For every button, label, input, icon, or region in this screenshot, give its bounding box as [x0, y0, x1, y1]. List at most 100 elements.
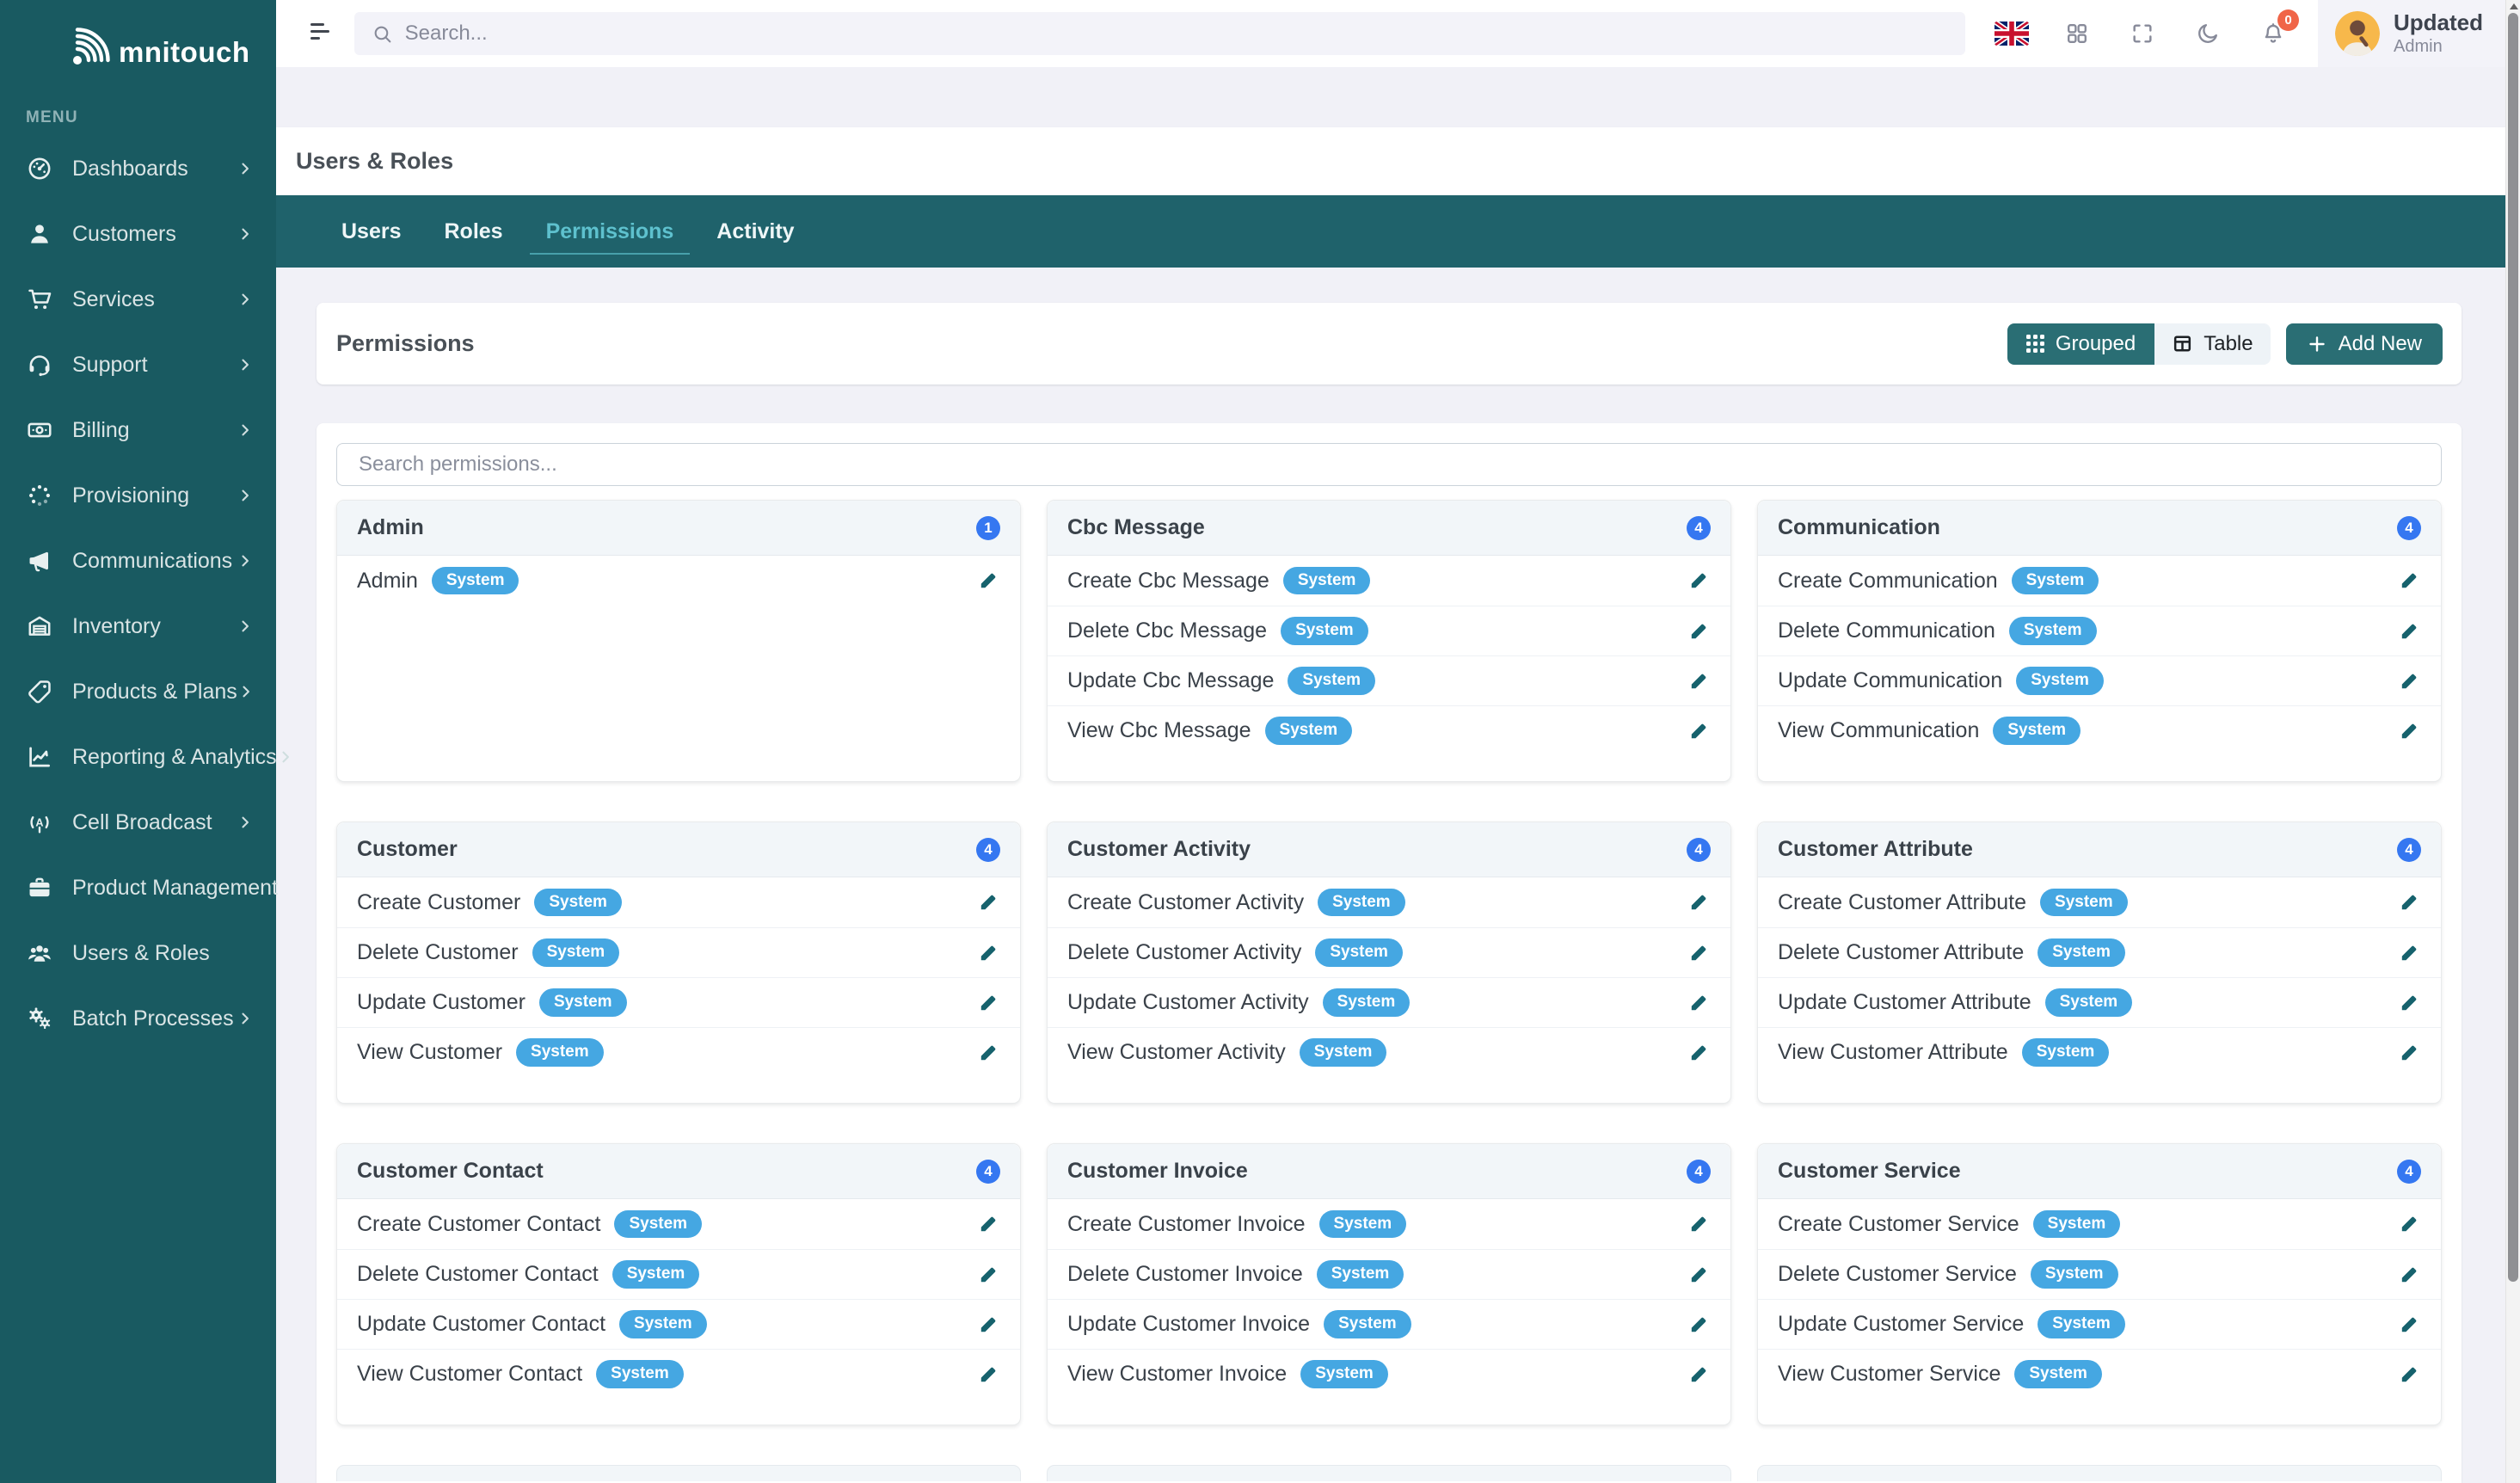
edit-permission-button[interactable]: [1688, 1213, 1711, 1235]
edit-permission-button[interactable]: [2399, 720, 2421, 742]
permission-label: Update Cbc Message: [1067, 668, 1274, 693]
permission-row: Update CustomerSystem: [337, 977, 1020, 1027]
edit-permission-button[interactable]: [1688, 1314, 1711, 1336]
edit-permission-button[interactable]: [978, 1213, 1000, 1235]
permissions-search-input[interactable]: [336, 443, 2442, 486]
sidebar-item-communications[interactable]: Communications: [0, 528, 276, 594]
group-name: Customer Service: [1778, 1159, 1961, 1184]
permission-label: Delete Customer Attribute: [1778, 940, 2024, 965]
edit-permission-button[interactable]: [2399, 1314, 2421, 1336]
edit-permission-button[interactable]: [2399, 569, 2421, 592]
group-name: Customer Invoice: [1067, 1159, 1248, 1184]
permission-row: View Customer AttributeSystem: [1758, 1027, 2441, 1077]
edit-permission-button[interactable]: [978, 992, 1000, 1014]
edit-permission-button[interactable]: [978, 891, 1000, 914]
sidebar-item-dashboards[interactable]: Dashboards: [0, 136, 276, 201]
edit-permission-button[interactable]: [978, 1314, 1000, 1336]
edit-permission-button[interactable]: [2399, 1264, 2421, 1286]
edit-permission-button[interactable]: [1688, 1042, 1711, 1064]
edit-permission-button[interactable]: [978, 1363, 1000, 1386]
vertical-scrollbar[interactable]: [2505, 0, 2520, 1483]
table-view-button[interactable]: Table: [2154, 323, 2270, 365]
edit-permission-button[interactable]: [1688, 942, 1711, 964]
edit-permission-button[interactable]: [978, 569, 1000, 592]
sidebar-item-cell-broadcast[interactable]: ACell Broadcast: [0, 790, 276, 855]
pencil-icon: [978, 1265, 999, 1285]
sidebar-item-batch-processes[interactable]: Batch Processes: [0, 986, 276, 1051]
group-count-badge: 4: [1687, 516, 1711, 540]
system-badge: System: [432, 567, 519, 595]
permission-group-card-admin: Admin1AdminSystem: [336, 500, 1021, 782]
edit-permission-button[interactable]: [2399, 620, 2421, 643]
edit-permission-button[interactable]: [978, 1264, 1000, 1286]
edit-permission-button[interactable]: [2399, 1213, 2421, 1235]
edit-permission-button[interactable]: [2399, 1363, 2421, 1386]
search-input[interactable]: [405, 22, 1824, 46]
sidebar-item-reporting-analytics[interactable]: Reporting & Analytics: [0, 724, 276, 790]
permission-group-card-partial: [1757, 1465, 2442, 1481]
sidebar-item-label: Cell Broadcast: [72, 810, 237, 835]
edit-permission-button[interactable]: [1688, 620, 1711, 643]
edit-permission-button[interactable]: [2399, 1042, 2421, 1064]
edit-permission-button[interactable]: [2399, 942, 2421, 964]
permission-label: View Customer Activity: [1067, 1040, 1286, 1065]
system-badge: System: [2022, 1038, 2110, 1067]
group-header: Customer4: [337, 822, 1020, 877]
edit-permission-button[interactable]: [978, 1042, 1000, 1064]
permission-row: Create Customer ContactSystem: [337, 1199, 1020, 1249]
scrollbar-thumb[interactable]: [2508, 13, 2518, 1282]
edit-permission-button[interactable]: [1688, 891, 1711, 914]
add-new-button[interactable]: Add New: [2286, 323, 2443, 365]
edit-permission-button[interactable]: [2399, 992, 2421, 1014]
edit-permission-button[interactable]: [2399, 670, 2421, 692]
sidebar-item-billing[interactable]: Billing: [0, 397, 276, 463]
banknote-icon: [26, 416, 53, 444]
grouped-view-icon: [2026, 335, 2044, 353]
notifications-button[interactable]: 0: [2256, 16, 2290, 51]
edit-permission-button[interactable]: [1688, 720, 1711, 742]
apps-grid-button[interactable]: [2060, 16, 2094, 51]
app-root: mnitouch MENU DashboardsCustomersService…: [0, 0, 2520, 1483]
sidebar-item-users-roles[interactable]: Users & Roles: [0, 920, 276, 986]
edit-permission-button[interactable]: [978, 942, 1000, 964]
edit-permission-button[interactable]: [1688, 670, 1711, 692]
scrollbar-up-arrow-icon[interactable]: [2510, 3, 2518, 9]
permission-groups-grid: Admin1AdminSystemCbc Message4Create Cbc …: [336, 500, 2442, 1481]
group-header: Customer Invoice4: [1048, 1144, 1730, 1199]
edit-permission-button[interactable]: [1688, 1363, 1711, 1386]
hamburger-menu-icon[interactable]: [310, 23, 332, 44]
tab-activity[interactable]: Activity: [695, 195, 815, 268]
edit-permission-button[interactable]: [1688, 569, 1711, 592]
sidebar-item-products-plans[interactable]: Products & Plans: [0, 659, 276, 724]
dark-mode-button[interactable]: [2191, 16, 2225, 51]
sidebar-item-services[interactable]: Services: [0, 267, 276, 332]
user-menu[interactable]: Updated Admin: [2318, 0, 2505, 67]
gauge-icon: [26, 155, 53, 182]
permission-label: Delete Customer: [357, 940, 519, 965]
sidebar-item-customers[interactable]: Customers: [0, 201, 276, 267]
grouped-view-button[interactable]: Grouped: [2007, 323, 2154, 365]
sidebar-item-product-management[interactable]: Product Management: [0, 855, 276, 920]
edit-permission-button[interactable]: [1688, 1264, 1711, 1286]
brand-logo[interactable]: mnitouch: [0, 0, 276, 71]
system-badge: System: [2014, 1360, 2102, 1388]
edit-permission-button[interactable]: [2399, 891, 2421, 914]
sidebar-item-inventory[interactable]: Inventory: [0, 594, 276, 659]
system-badge: System: [614, 1210, 702, 1239]
permission-label: View Communication: [1778, 718, 1979, 743]
chevron-right-icon: [237, 225, 254, 243]
language-flag-button[interactable]: [1994, 16, 2029, 51]
pencil-icon: [978, 1314, 999, 1335]
permission-row: Create CustomerSystem: [337, 877, 1020, 927]
tab-roles[interactable]: Roles: [423, 195, 525, 268]
briefcase-icon: [26, 874, 53, 901]
sidebar-item-support[interactable]: Support: [0, 332, 276, 397]
chevron-right-icon: [237, 291, 254, 308]
edit-permission-button[interactable]: [1688, 992, 1711, 1014]
tab-permissions[interactable]: Permissions: [525, 195, 696, 268]
permission-group-card-partial: [1047, 1465, 1731, 1481]
permission-row: Delete Customer ActivitySystem: [1048, 927, 1730, 977]
fullscreen-button[interactable]: [2125, 16, 2160, 51]
sidebar-item-provisioning[interactable]: Provisioning: [0, 463, 276, 528]
tab-users[interactable]: Users: [320, 195, 423, 268]
